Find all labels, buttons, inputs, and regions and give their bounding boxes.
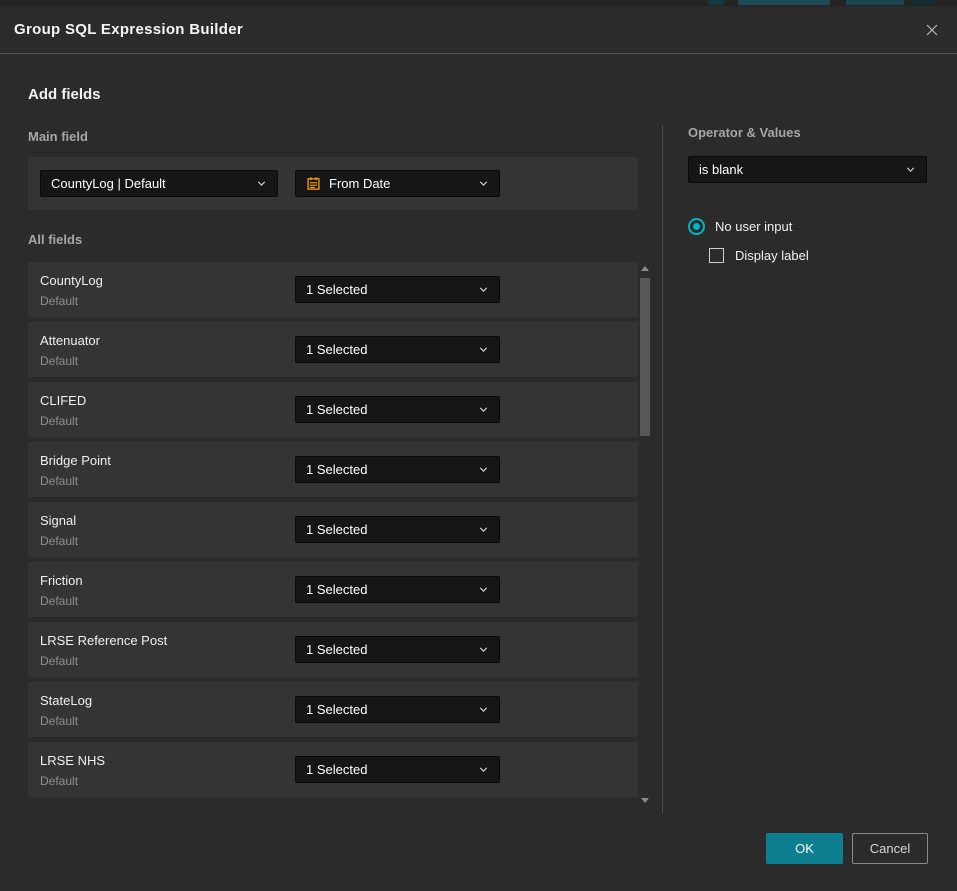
field-selected-value: 1 Selected: [306, 642, 367, 657]
field-name: LRSE NHS: [40, 753, 105, 768]
background-fragment: [738, 0, 830, 5]
radio-selected-icon: [688, 218, 705, 235]
field-subtitle: Default: [40, 774, 78, 788]
chevron-down-icon: [478, 464, 489, 475]
field-selected-dropdown[interactable]: 1 Selected: [295, 636, 500, 663]
field-subtitle: Default: [40, 414, 78, 428]
field-row: Friction Default 1 Selected: [28, 562, 638, 617]
field-selected-dropdown[interactable]: 1 Selected: [295, 756, 500, 783]
field-selected-dropdown[interactable]: 1 Selected: [295, 336, 500, 363]
background-fragment: [708, 0, 724, 5]
dialog-header: Group SQL Expression Builder: [0, 6, 957, 54]
chevron-down-icon: [478, 584, 489, 595]
no-user-input-radio[interactable]: No user input: [688, 218, 792, 235]
background-fragment: [846, 0, 904, 5]
field-selected-value: 1 Selected: [306, 522, 367, 537]
field-selected-value: 1 Selected: [306, 582, 367, 597]
field-subtitle: Default: [40, 474, 78, 488]
list-scrollbar[interactable]: [638, 258, 652, 806]
field-subtitle: Default: [40, 654, 78, 668]
main-field-label: Main field: [28, 129, 88, 144]
chevron-down-icon: [478, 344, 489, 355]
all-fields-label: All fields: [28, 232, 82, 247]
main-field-panel: CountyLog | Default From Date: [28, 157, 638, 210]
cancel-button[interactable]: Cancel: [852, 833, 928, 864]
field-name: Friction: [40, 573, 83, 588]
field-selected-dropdown[interactable]: 1 Selected: [295, 696, 500, 723]
field-row: StateLog Default 1 Selected: [28, 682, 638, 737]
operator-select[interactable]: is blank: [688, 156, 927, 183]
field-selected-value: 1 Selected: [306, 342, 367, 357]
field-selected-dropdown[interactable]: 1 Selected: [295, 396, 500, 423]
main-field-field-select-value: From Date: [329, 176, 390, 191]
field-name: LRSE Reference Post: [40, 633, 167, 648]
field-subtitle: Default: [40, 534, 78, 548]
all-fields-list: CountyLog Default 1 Selected Attenuator …: [28, 262, 638, 802]
field-selected-value: 1 Selected: [306, 762, 367, 777]
field-row: LRSE Reference Post Default 1 Selected: [28, 622, 638, 677]
chevron-down-icon: [478, 524, 489, 535]
field-name: Bridge Point: [40, 453, 111, 468]
group-sql-expression-builder-dialog: Group SQL Expression Builder Add fields …: [0, 0, 957, 891]
dialog-title: Group SQL Expression Builder: [14, 21, 243, 38]
field-row: Signal Default 1 Selected: [28, 502, 638, 557]
main-field-layer-select-value: CountyLog | Default: [51, 176, 166, 191]
field-name: Signal: [40, 513, 76, 528]
chevron-down-icon: [256, 178, 267, 189]
field-subtitle: Default: [40, 354, 78, 368]
field-name: StateLog: [40, 693, 92, 708]
field-name: CLIFED: [40, 393, 86, 408]
field-row: CountyLog Default 1 Selected: [28, 262, 638, 317]
field-row: CLIFED Default 1 Selected: [28, 382, 638, 437]
chevron-down-icon: [905, 164, 916, 175]
scrollbar-thumb[interactable]: [640, 278, 650, 436]
chevron-down-icon: [478, 764, 489, 775]
field-subtitle: Default: [40, 714, 78, 728]
field-row: LRSE NHS Default 1 Selected: [28, 742, 638, 797]
chevron-down-icon: [478, 404, 489, 415]
display-label-checkbox[interactable]: Display label: [709, 248, 809, 263]
chevron-down-icon: [478, 644, 489, 655]
field-selected-dropdown[interactable]: 1 Selected: [295, 276, 500, 303]
section-title: Add fields: [28, 86, 101, 103]
field-subtitle: Default: [40, 294, 78, 308]
scrollbar-up-arrow-icon[interactable]: [641, 266, 649, 271]
field-selected-value: 1 Selected: [306, 702, 367, 717]
field-name: Attenuator: [40, 333, 100, 348]
calendar-date-icon: [306, 176, 321, 191]
field-name: CountyLog: [40, 273, 103, 288]
chevron-down-icon: [478, 178, 489, 189]
panel-divider: [662, 125, 663, 813]
field-row: Bridge Point Default 1 Selected: [28, 442, 638, 497]
field-subtitle: Default: [40, 594, 78, 608]
field-row: Attenuator Default 1 Selected: [28, 322, 638, 377]
ok-button[interactable]: OK: [766, 833, 843, 864]
no-user-input-label: No user input: [715, 219, 792, 234]
field-selected-value: 1 Selected: [306, 462, 367, 477]
main-field-field-select[interactable]: From Date: [295, 170, 500, 197]
operator-values-label: Operator & Values: [688, 125, 801, 140]
field-selected-dropdown[interactable]: 1 Selected: [295, 516, 500, 543]
field-selected-value: 1 Selected: [306, 402, 367, 417]
background-fragment: [913, 0, 935, 5]
chevron-down-icon: [478, 704, 489, 715]
close-icon[interactable]: [921, 19, 943, 41]
operator-select-value: is blank: [699, 162, 743, 177]
scrollbar-down-arrow-icon[interactable]: [641, 798, 649, 803]
field-selected-dropdown[interactable]: 1 Selected: [295, 576, 500, 603]
checkbox-unchecked-icon: [709, 248, 724, 263]
main-field-layer-select[interactable]: CountyLog | Default: [40, 170, 278, 197]
display-label-label: Display label: [735, 248, 809, 263]
chevron-down-icon: [478, 284, 489, 295]
field-selected-value: 1 Selected: [306, 282, 367, 297]
field-selected-dropdown[interactable]: 1 Selected: [295, 456, 500, 483]
